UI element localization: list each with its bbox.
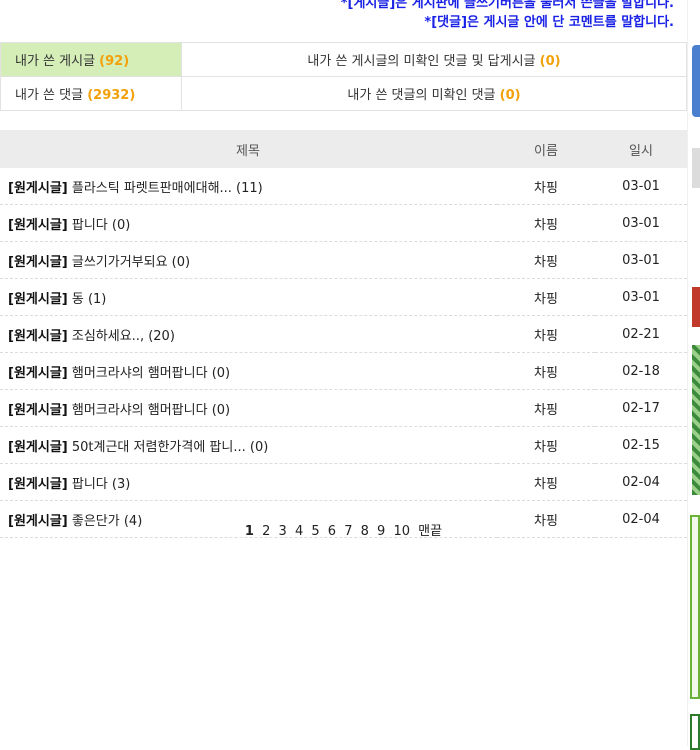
post-tag: [원게시글] (8, 217, 68, 233)
unread-my-comments-count: (0) (499, 88, 521, 103)
page-link-7[interactable]: 7 (344, 524, 352, 539)
post-title-link[interactable]: 플라스틱 파렛트판매에대해... (11) (72, 181, 263, 196)
page-link-3[interactable]: 3 (279, 524, 287, 539)
post-tag: [원게시글] (8, 254, 68, 270)
table-row: [원게시글] 50t계근대 저렴한가격에 팝니... (0) 차핑 02-15 (0, 426, 687, 464)
page-link-last[interactable]: 맨끝 (418, 524, 442, 539)
side-banner-red[interactable] (692, 287, 700, 327)
post-author: 차핑 (497, 463, 595, 501)
unread-comments-label: 내가 쓴 게시글의 미확인 댓글 및 답게시글 (307, 54, 536, 69)
side-banner-green[interactable] (690, 515, 700, 699)
table-row: [원게시글] 플라스틱 파렛트판매에대해... (11) 차핑 03-01 (0, 168, 687, 205)
post-list-table: 제목 이름 일시 [원게시글] 플라스틱 파렛트판매에대해... (11) 차핑… (0, 130, 687, 538)
my-posts-count: (92) (99, 54, 130, 69)
post-tag: [원게시글] (8, 365, 68, 381)
page-link-4[interactable]: 4 (295, 524, 303, 539)
unread-comments-tab[interactable]: 내가 쓴 게시글의 미확인 댓글 및 답게시글 (0) (181, 42, 687, 77)
post-title-cell[interactable]: [원게시글] 팝니다 (0) (0, 204, 497, 242)
post-date: 03-01 (595, 278, 687, 316)
page-link-9[interactable]: 9 (377, 524, 385, 539)
post-title-link[interactable]: 팝니다 (3) (72, 477, 130, 492)
post-author: 차핑 (497, 315, 595, 353)
unread-my-comments-tab[interactable]: 내가 쓴 댓글의 미확인 댓글 (0) (181, 76, 687, 111)
post-title-link[interactable]: 동 (1) (72, 292, 107, 307)
post-title-cell[interactable]: [원게시글] 햄머크라샤의 햄머팝니다 (0) (0, 352, 497, 390)
unread-my-comments-label: 내가 쓴 댓글의 미확인 댓글 (347, 88, 496, 103)
side-banner-gray[interactable] (692, 148, 700, 188)
content-divider (687, 0, 688, 746)
table-row: [원게시글] 동 (1) 차핑 03-01 (0, 278, 687, 316)
post-title-link[interactable]: 햄머크라샤의 햄머팝니다 (0) (72, 366, 230, 381)
post-title-cell[interactable]: [원게시글] 동 (1) (0, 278, 497, 316)
post-author: 차핑 (497, 278, 595, 316)
table-row: [원게시글] 글쓰기가거부되요 (0) 차핑 03-01 (0, 241, 687, 279)
post-tag: [원게시글] (8, 291, 68, 307)
my-posts-label: 내가 쓴 게시글 (15, 54, 96, 69)
post-title-link[interactable]: 햄머크라샤의 햄머팝니다 (0) (72, 403, 230, 418)
column-header-title: 제목 (0, 130, 497, 168)
post-author: 차핑 (497, 352, 595, 390)
side-banner-image[interactable] (692, 345, 700, 495)
post-title-link[interactable]: 조심하세요.., (20) (72, 329, 175, 344)
post-date: 03-01 (595, 241, 687, 279)
page-link-8[interactable]: 8 (361, 524, 369, 539)
my-comments-count: (2932) (87, 88, 136, 103)
my-comments-label: 내가 쓴 댓글 (15, 88, 84, 103)
post-date: 03-01 (595, 168, 687, 205)
my-comments-tab[interactable]: 내가 쓴 댓글 (2932) (0, 76, 182, 111)
page-link-6[interactable]: 6 (328, 524, 336, 539)
post-title-cell[interactable]: [원게시글] 50t계근대 저렴한가격에 팝니... (0) (0, 426, 497, 464)
post-date: 02-15 (595, 426, 687, 464)
column-header-date: 일시 (595, 130, 687, 168)
side-banner-green-bottom[interactable] (690, 714, 700, 750)
post-author: 차핑 (497, 389, 595, 427)
table-row: [원게시글] 팝니다 (0) 차핑 03-01 (0, 204, 687, 242)
post-author: 차핑 (497, 241, 595, 279)
post-author: 차핑 (497, 168, 595, 205)
page-link-2[interactable]: 2 (262, 524, 270, 539)
post-date: 02-17 (595, 389, 687, 427)
table-row: [원게시글] 팝니다 (3) 차핑 02-04 (0, 463, 687, 501)
post-title-cell[interactable]: [원게시글] 글쓰기가거부되요 (0) (0, 241, 497, 279)
unread-comments-count: (0) (539, 54, 561, 69)
notice-line-2: *[댓글]은 게시글 안에 단 코멘트를 말합니다. (424, 15, 674, 30)
my-posts-tab[interactable]: 내가 쓴 게시글 (92) (0, 42, 182, 77)
post-tag: [원게시글] (8, 402, 68, 418)
page-link-1[interactable]: 1 (245, 524, 254, 539)
page-link-5[interactable]: 5 (311, 524, 319, 539)
notice: *[게시글]은 게시판에 글쓰기버튼을 눌러서 쓴글을 말합니다. *[댓글]은… (341, 0, 674, 32)
post-title-link[interactable]: 50t계근대 저렴한가격에 팝니... (0) (72, 440, 268, 455)
post-tag: [원게시글] (8, 180, 68, 196)
post-title-link[interactable]: 팝니다 (0) (72, 218, 130, 233)
post-date: 03-01 (595, 204, 687, 242)
notice-line-1: *[게시글]은 게시판에 글쓰기버튼을 눌러서 쓴글을 말합니다. (340, 0, 674, 11)
table-row: [원게시글] 조심하세요.., (20) 차핑 02-21 (0, 315, 687, 353)
summary-table: 내가 쓴 게시글 (92) 내가 쓴 게시글의 미확인 댓글 및 답게시글 (0… (0, 42, 687, 111)
post-date: 02-21 (595, 315, 687, 353)
table-row: [원게시글] 햄머크라샤의 햄머팝니다 (0) 차핑 02-17 (0, 389, 687, 427)
post-tag: [원게시글] (8, 476, 68, 492)
post-title-link[interactable]: 글쓰기가거부되요 (0) (72, 255, 190, 270)
post-title-cell[interactable]: [원게시글] 플라스틱 파렛트판매에대해... (11) (0, 168, 497, 205)
page-link-10[interactable]: 10 (393, 524, 410, 539)
pagination: 1 2 3 4 5 6 7 8 9 10 맨끝 (0, 520, 687, 539)
post-author: 차핑 (497, 204, 595, 242)
table-header-row: 제목 이름 일시 (0, 130, 687, 168)
post-title-cell[interactable]: [원게시글] 조심하세요.., (20) (0, 315, 497, 353)
side-banner-blue[interactable] (692, 45, 700, 117)
post-author: 차핑 (497, 426, 595, 464)
table-row: [원게시글] 햄머크라샤의 햄머팝니다 (0) 차핑 02-18 (0, 352, 687, 390)
column-header-name: 이름 (497, 130, 595, 168)
post-tag: [원게시글] (8, 328, 68, 344)
post-title-cell[interactable]: [원게시글] 팝니다 (3) (0, 463, 497, 501)
post-title-cell[interactable]: [원게시글] 햄머크라샤의 햄머팝니다 (0) (0, 389, 497, 427)
post-date: 02-04 (595, 463, 687, 501)
post-date: 02-18 (595, 352, 687, 390)
post-tag: [원게시글] (8, 439, 68, 455)
